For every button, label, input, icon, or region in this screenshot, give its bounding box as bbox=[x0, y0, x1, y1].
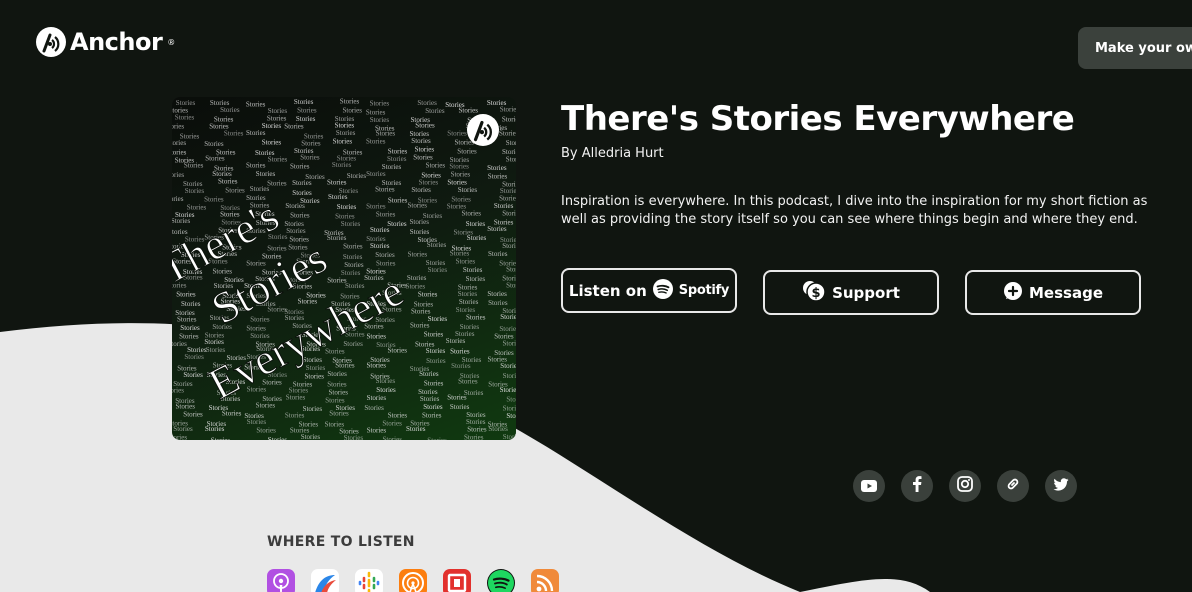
svg-text:$: $ bbox=[812, 286, 821, 301]
apple-podcasts-link[interactable] bbox=[267, 569, 295, 592]
cover-anchor-icon bbox=[467, 114, 499, 146]
breaker-icon bbox=[311, 575, 339, 592]
podcast-cover-art: Stories Stories Stories Stories Stories Stori… bbox=[172, 97, 516, 440]
breaker-link[interactable] bbox=[311, 569, 339, 592]
message-label: Message bbox=[1029, 283, 1103, 302]
podcast-description: Inspiration is everywhere. In this podca… bbox=[561, 194, 1148, 227]
website-link[interactable] bbox=[997, 470, 1029, 502]
listen-on-label: Listen on bbox=[568, 281, 647, 300]
twitter-icon bbox=[1053, 477, 1069, 496]
link-icon bbox=[1005, 476, 1021, 496]
google-podcasts-link[interactable] bbox=[355, 569, 383, 592]
youtube-icon bbox=[861, 477, 877, 496]
overcast-icon bbox=[399, 572, 427, 592]
support-button[interactable]: $ Support bbox=[763, 270, 939, 315]
google-podcasts-icon bbox=[355, 571, 383, 592]
listen-on-spotify-button[interactable]: Listen on Spotify bbox=[561, 268, 737, 313]
cover-title: There's Stories Everywhere bbox=[172, 190, 412, 409]
where-to-listen-heading: WHERE TO LISTEN bbox=[267, 534, 415, 550]
spotify-icon bbox=[487, 570, 515, 592]
rss-link[interactable] bbox=[531, 569, 559, 592]
support-label: Support bbox=[832, 283, 900, 302]
instagram-link[interactable] bbox=[949, 470, 981, 502]
support-dollar-icon: $ bbox=[802, 280, 826, 306]
apple-podcasts-icon bbox=[267, 573, 295, 592]
spotify-label: Spotify bbox=[678, 283, 730, 298]
overcast-link[interactable] bbox=[399, 569, 427, 592]
message-plus-icon bbox=[1003, 281, 1023, 305]
message-button[interactable]: Message bbox=[965, 270, 1141, 315]
registered-mark: ® bbox=[167, 37, 176, 47]
facebook-icon bbox=[912, 476, 922, 496]
twitter-link[interactable] bbox=[1045, 470, 1077, 502]
spotify-link[interactable] bbox=[487, 569, 515, 592]
podcast-author: By Alledria Hurt bbox=[561, 146, 664, 161]
pocket-casts-icon bbox=[443, 573, 471, 592]
pocket-casts-link[interactable] bbox=[443, 569, 471, 592]
make-your-own-button[interactable]: Make your own bbox=[1078, 27, 1192, 69]
anchor-logo[interactable]: Anchor ® bbox=[36, 27, 175, 57]
podcast-title: There's Stories Everywhere bbox=[561, 99, 1075, 139]
instagram-icon bbox=[957, 476, 973, 496]
facebook-link[interactable] bbox=[901, 470, 933, 502]
youtube-link[interactable] bbox=[853, 470, 885, 502]
rss-icon bbox=[531, 574, 559, 592]
spotify-icon bbox=[652, 278, 673, 303]
anchor-logo-icon bbox=[36, 27, 66, 57]
anchor-logo-text: Anchor bbox=[70, 28, 163, 56]
